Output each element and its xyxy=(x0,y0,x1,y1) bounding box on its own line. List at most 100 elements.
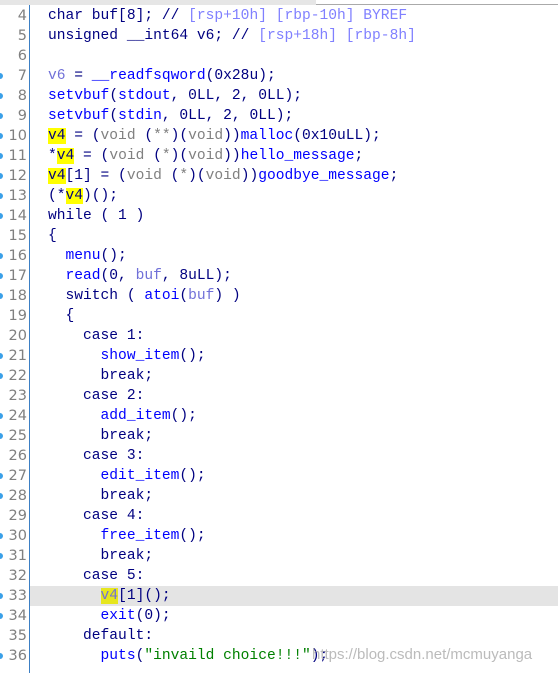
code-token: , 0LL, 2, 0LL); xyxy=(161,108,294,124)
code-line[interactable]: 33 v4[1](); xyxy=(0,586,558,606)
code-line[interactable]: 18 switch ( atoi(buf) ) xyxy=(0,286,558,306)
code-token: (* xyxy=(48,188,66,204)
code-line[interactable]: 10 v4 = (void (**)(void))malloc(0x10uLL); xyxy=(0,126,558,146)
code-line[interactable]: 15 { xyxy=(0,226,558,246)
line-number: 6 xyxy=(17,48,27,64)
highlighted-token: v4 xyxy=(100,588,119,604)
code-token: void xyxy=(126,168,162,184)
code-line[interactable]: 5 unsigned __int64 v6; // [rsp+18h] [rbp-… xyxy=(0,26,558,46)
code-line[interactable]: 6 xyxy=(0,46,558,66)
code-token: )( xyxy=(170,148,189,164)
code-text: edit_item(); xyxy=(48,466,206,486)
code-token: void xyxy=(109,148,145,164)
code-token: = xyxy=(65,68,92,84)
code-line[interactable]: 27 edit_item(); xyxy=(0,466,558,486)
code-line[interactable]: 32 case 5: xyxy=(0,566,558,586)
code-token: malloc xyxy=(240,128,294,144)
code-line[interactable]: 13 (*v4)(); xyxy=(0,186,558,206)
code-token: = ( xyxy=(74,148,110,164)
highlighted-token: v4 xyxy=(48,168,66,184)
pseudocode-view[interactable]: 4 char buf[8]; // [rsp+10h] [rbp-10h] BYR… xyxy=(0,6,558,666)
code-line[interactable]: 9 setvbuf(stdin, 0LL, 2, 0LL); xyxy=(0,106,558,126)
code-token: (); xyxy=(179,528,206,544)
code-line[interactable]: 31 break; xyxy=(0,546,558,566)
watermark: https://blog.csdn.net/mcmuyanga xyxy=(312,646,533,663)
code-text: free_item(); xyxy=(48,526,206,546)
code-line[interactable]: 25 break; xyxy=(0,426,558,446)
code-token: // xyxy=(161,8,189,24)
line-number: 10 xyxy=(8,128,27,144)
code-line[interactable]: 14 while ( 1 ) xyxy=(0,206,558,226)
code-token: { xyxy=(48,228,57,244)
code-text: break; xyxy=(48,546,154,566)
code-token: case 2: xyxy=(48,388,145,404)
code-token: switch ( xyxy=(48,288,145,304)
code-token: goodbye_message xyxy=(258,168,390,184)
code-token: * xyxy=(179,168,189,184)
line-number: 31 xyxy=(8,548,27,564)
highlighted-token: v4 xyxy=(65,188,84,204)
line-number: 16 xyxy=(8,248,27,264)
code-token: case 1: xyxy=(48,328,145,344)
code-token: v6 xyxy=(48,68,66,84)
line-number: 24 xyxy=(8,408,27,424)
code-line[interactable]: 16 menu(); xyxy=(0,246,558,266)
code-text: (*v4)(); xyxy=(48,186,118,206)
code-text: *v4 = (void (*)(void))hello_message; xyxy=(48,146,363,166)
line-number: 18 xyxy=(8,288,27,304)
code-text: v4 = (void (**)(void))malloc(0x10uLL); xyxy=(48,126,381,146)
line-number: 13 xyxy=(8,188,27,204)
code-token: ( xyxy=(135,128,154,144)
code-token: [rsp+10h] [rbp-10h] BYREF xyxy=(188,8,408,24)
code-line[interactable]: 28 break; xyxy=(0,486,558,506)
code-line[interactable]: 22 break; xyxy=(0,366,558,386)
code-line[interactable]: 7 v6 = __readfsqword(0x28u); xyxy=(0,66,558,86)
code-token: ; xyxy=(354,148,364,164)
code-line[interactable]: 30 free_item(); xyxy=(0,526,558,546)
code-token: default: xyxy=(48,628,154,644)
code-token: void xyxy=(188,148,224,164)
code-line[interactable]: 19 { xyxy=(0,306,558,326)
code-line[interactable]: 11 *v4 = (void (*)(void))hello_message; xyxy=(0,146,558,166)
code-token: ( xyxy=(161,168,180,184)
code-line[interactable]: 26 case 3: xyxy=(0,446,558,466)
code-line[interactable]: 20 case 1: xyxy=(0,326,558,346)
code-token: (); xyxy=(170,408,197,424)
line-number: 15 xyxy=(8,228,27,244)
code-token: break; xyxy=(48,428,154,444)
code-token: show_item xyxy=(100,348,180,364)
line-number: 11 xyxy=(8,148,27,164)
code-line[interactable]: 34 exit(0); xyxy=(0,606,558,626)
line-number: 32 xyxy=(8,568,27,584)
code-line[interactable]: 35 default: xyxy=(0,626,558,646)
toolbar-strip xyxy=(0,0,316,5)
code-text: v6 = __readfsqword(0x28u); xyxy=(48,66,276,86)
code-token: case 4: xyxy=(48,508,145,524)
code-line[interactable]: 8 setvbuf(stdout, 0LL, 2, 0LL); xyxy=(0,86,558,106)
code-token: (0x28u); xyxy=(205,68,276,84)
code-token: atoi xyxy=(144,288,180,304)
code-line[interactable]: 21 show_item(); xyxy=(0,346,558,366)
code-line[interactable]: 17 read(0, buf, 8uLL); xyxy=(0,266,558,286)
code-token: void xyxy=(188,128,224,144)
code-line[interactable]: 12 v4[1] = (void (*)(void))goodbye_messag… xyxy=(0,166,558,186)
code-token: setvbuf xyxy=(48,88,110,104)
code-token: unsigned __int64 v6; xyxy=(48,28,232,44)
code-line[interactable]: 24 add_item(); xyxy=(0,406,558,426)
code-token: ( xyxy=(109,88,119,104)
code-line[interactable]: 23 case 2: xyxy=(0,386,558,406)
code-token: void xyxy=(205,168,241,184)
line-number: 7 xyxy=(17,68,27,84)
code-line[interactable]: 29 case 4: xyxy=(0,506,558,526)
code-token: , 8uLL); xyxy=(161,268,232,284)
code-token: (0); xyxy=(135,608,171,624)
code-token: void xyxy=(100,128,136,144)
line-number: 17 xyxy=(8,268,27,284)
code-text: while ( 1 ) xyxy=(48,206,144,226)
line-number: 22 xyxy=(8,368,27,384)
code-line[interactable]: 4 char buf[8]; // [rsp+10h] [rbp-10h] BYR… xyxy=(0,6,558,26)
